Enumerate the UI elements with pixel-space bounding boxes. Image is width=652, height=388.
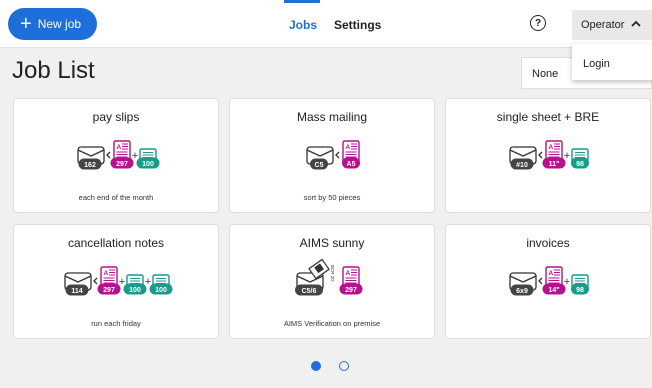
envelope-badge-label: C5 bbox=[315, 162, 324, 169]
insert-badge-label: 100 bbox=[129, 287, 141, 294]
job-description: sort by 50 pieces bbox=[303, 193, 361, 202]
job-description: run each friday bbox=[91, 319, 141, 328]
document-badge-label: 11" bbox=[549, 161, 560, 168]
job-card[interactable]: invoices 6x9 A 14" +98 bbox=[445, 224, 651, 339]
document-badge-label: 14" bbox=[548, 287, 559, 294]
chevron-left-icon bbox=[106, 151, 111, 159]
job-description: AIMS Verification on premise bbox=[283, 319, 381, 328]
job-card[interactable]: Mass mailing C5 A A5 sort by 50 pieces bbox=[229, 98, 435, 213]
tab-jobs[interactable]: Jobs bbox=[289, 18, 317, 32]
document-badge-label: 297 bbox=[116, 161, 128, 168]
job-card[interactable]: cancellation notes 114 A 297 +100 +100 run eac… bbox=[13, 224, 219, 339]
svg-text:A: A bbox=[104, 270, 109, 277]
plus-separator: + bbox=[564, 150, 570, 162]
job-composition: #10 A 11" +98 bbox=[509, 140, 589, 170]
document-badge-label: A5 bbox=[347, 161, 356, 168]
envelope-badge-label: 6x9 bbox=[516, 288, 528, 295]
user-menu-button[interactable]: Operator bbox=[572, 10, 652, 40]
chevron-up-icon bbox=[631, 20, 641, 27]
plus-separator: + bbox=[564, 276, 570, 288]
envelope-badge-label: #10 bbox=[516, 162, 528, 169]
document-badge-label: 297 bbox=[345, 287, 357, 294]
page-dot-1[interactable] bbox=[311, 361, 321, 371]
active-tab-indicator bbox=[284, 0, 320, 3]
page-title: Job List bbox=[12, 57, 95, 84]
envelope-badge-label: 114 bbox=[71, 288, 82, 295]
tab-settings[interactable]: Settings bbox=[334, 18, 381, 32]
svg-text:A: A bbox=[346, 144, 351, 151]
user-menu-label: Operator bbox=[581, 19, 625, 31]
job-card[interactable]: single sheet + BRE #10 A 11" +98 bbox=[445, 98, 651, 213]
top-bar: + New job Jobs Settings ? Operator bbox=[0, 0, 652, 48]
job-composition: 6x9 A 14" +98 bbox=[509, 266, 589, 296]
insert-badge-label: 100 bbox=[155, 287, 167, 294]
chevron-left-icon bbox=[93, 277, 98, 285]
job-card[interactable]: AIMS sunny C5/6 BCR 2D A 297 AIMS Verificatio… bbox=[229, 224, 435, 339]
chevron-left-icon bbox=[538, 151, 543, 159]
svg-text:A: A bbox=[117, 144, 122, 151]
insert-badge-label: 98 bbox=[576, 287, 584, 294]
insert-badge-label: 100 bbox=[142, 161, 154, 168]
plus-icon: + bbox=[20, 13, 32, 35]
svg-text:A: A bbox=[346, 270, 351, 277]
user-menu-dropdown: Login bbox=[572, 44, 652, 80]
chevron-left-icon bbox=[335, 151, 340, 159]
chevron-left-icon bbox=[538, 277, 543, 285]
envelope-badge-label: C5/6 bbox=[302, 288, 317, 295]
insert-badge-label: 98 bbox=[576, 161, 584, 168]
plus-separator: + bbox=[145, 276, 151, 288]
document-badge-label: 297 bbox=[103, 287, 115, 294]
envelope-badge-label: 162 bbox=[84, 162, 96, 169]
menu-item-login[interactable]: Login bbox=[583, 58, 652, 70]
job-card[interactable]: pay slips 162 A 297 +100 each end of the mont… bbox=[13, 98, 219, 213]
plus-separator: + bbox=[132, 150, 138, 162]
plus-separator: + bbox=[119, 276, 125, 288]
svg-text:A: A bbox=[549, 270, 554, 277]
new-job-button[interactable]: + New job bbox=[8, 8, 97, 40]
help-icon[interactable]: ? bbox=[530, 15, 546, 31]
new-job-label: New job bbox=[37, 17, 82, 31]
job-description: each end of the month bbox=[78, 193, 154, 202]
page-dot-2[interactable] bbox=[339, 361, 349, 371]
svg-text:A: A bbox=[549, 144, 554, 151]
aims-tag-label: BCR 2D bbox=[330, 265, 335, 282]
